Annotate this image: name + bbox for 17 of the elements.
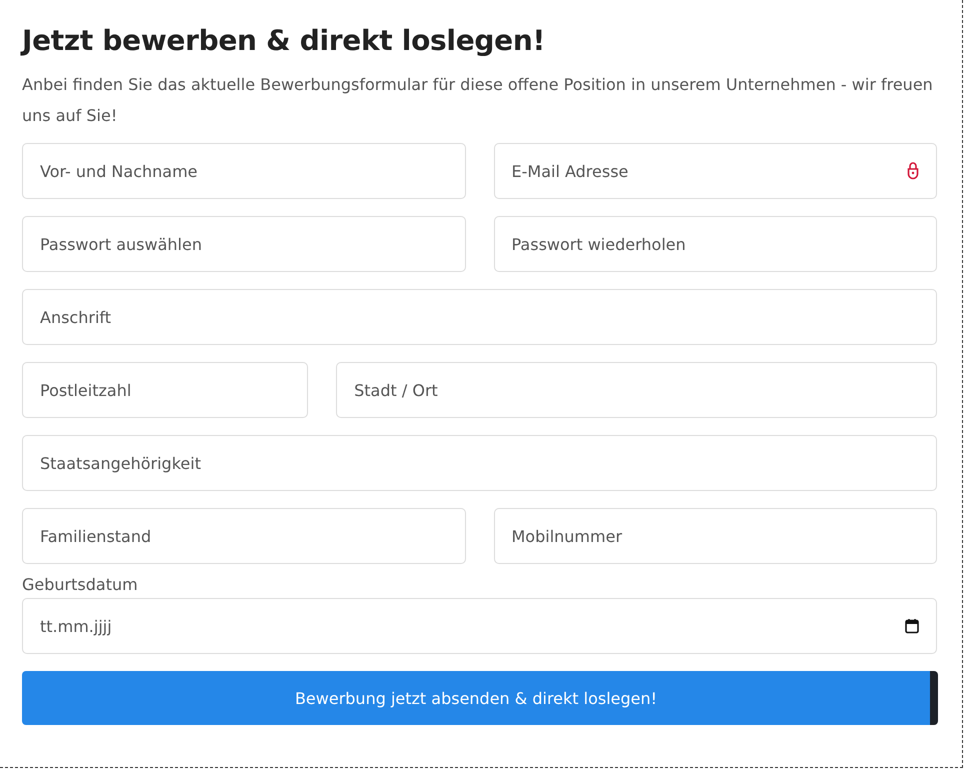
form-title: Jetzt bewerben & direkt loslegen! — [22, 24, 546, 57]
input-field[interactable]: Familienstand — [22, 508, 466, 564]
intro-text: Anbei finden Sie das aktuelle Bewerbungsformular für diese offene Position in unserem Unternehmen - wir freuen uns auf Sie! — [22, 74, 934, 127]
field-label: Geburtsdatum — [22, 575, 139, 594]
input-field[interactable]: Anschrift — [22, 289, 937, 345]
submit-button[interactable]: Bewerbung jetzt absenden & direkt loslegen! — [22, 671, 938, 725]
input-field[interactable]: E-Mail Adresse — [494, 143, 937, 199]
input-field[interactable]: Mobilnummer — [494, 508, 937, 564]
input-field[interactable]: Postleitzahl — [22, 362, 308, 418]
input-field[interactable]: Vor- und Nachname — [22, 143, 466, 199]
input-field[interactable]: Passwort wiederholen — [494, 216, 937, 272]
input-field[interactable]: Staatsangehörigkeit — [22, 435, 937, 491]
lock-icon — [907, 161, 919, 181]
input-field[interactable]: tt.mm.jjjj — [22, 598, 937, 654]
input-field[interactable]: Passwort auswählen — [22, 216, 466, 272]
calendar-icon[interactable] — [905, 618, 919, 634]
input-field[interactable]: Stadt / Ort — [336, 362, 937, 418]
